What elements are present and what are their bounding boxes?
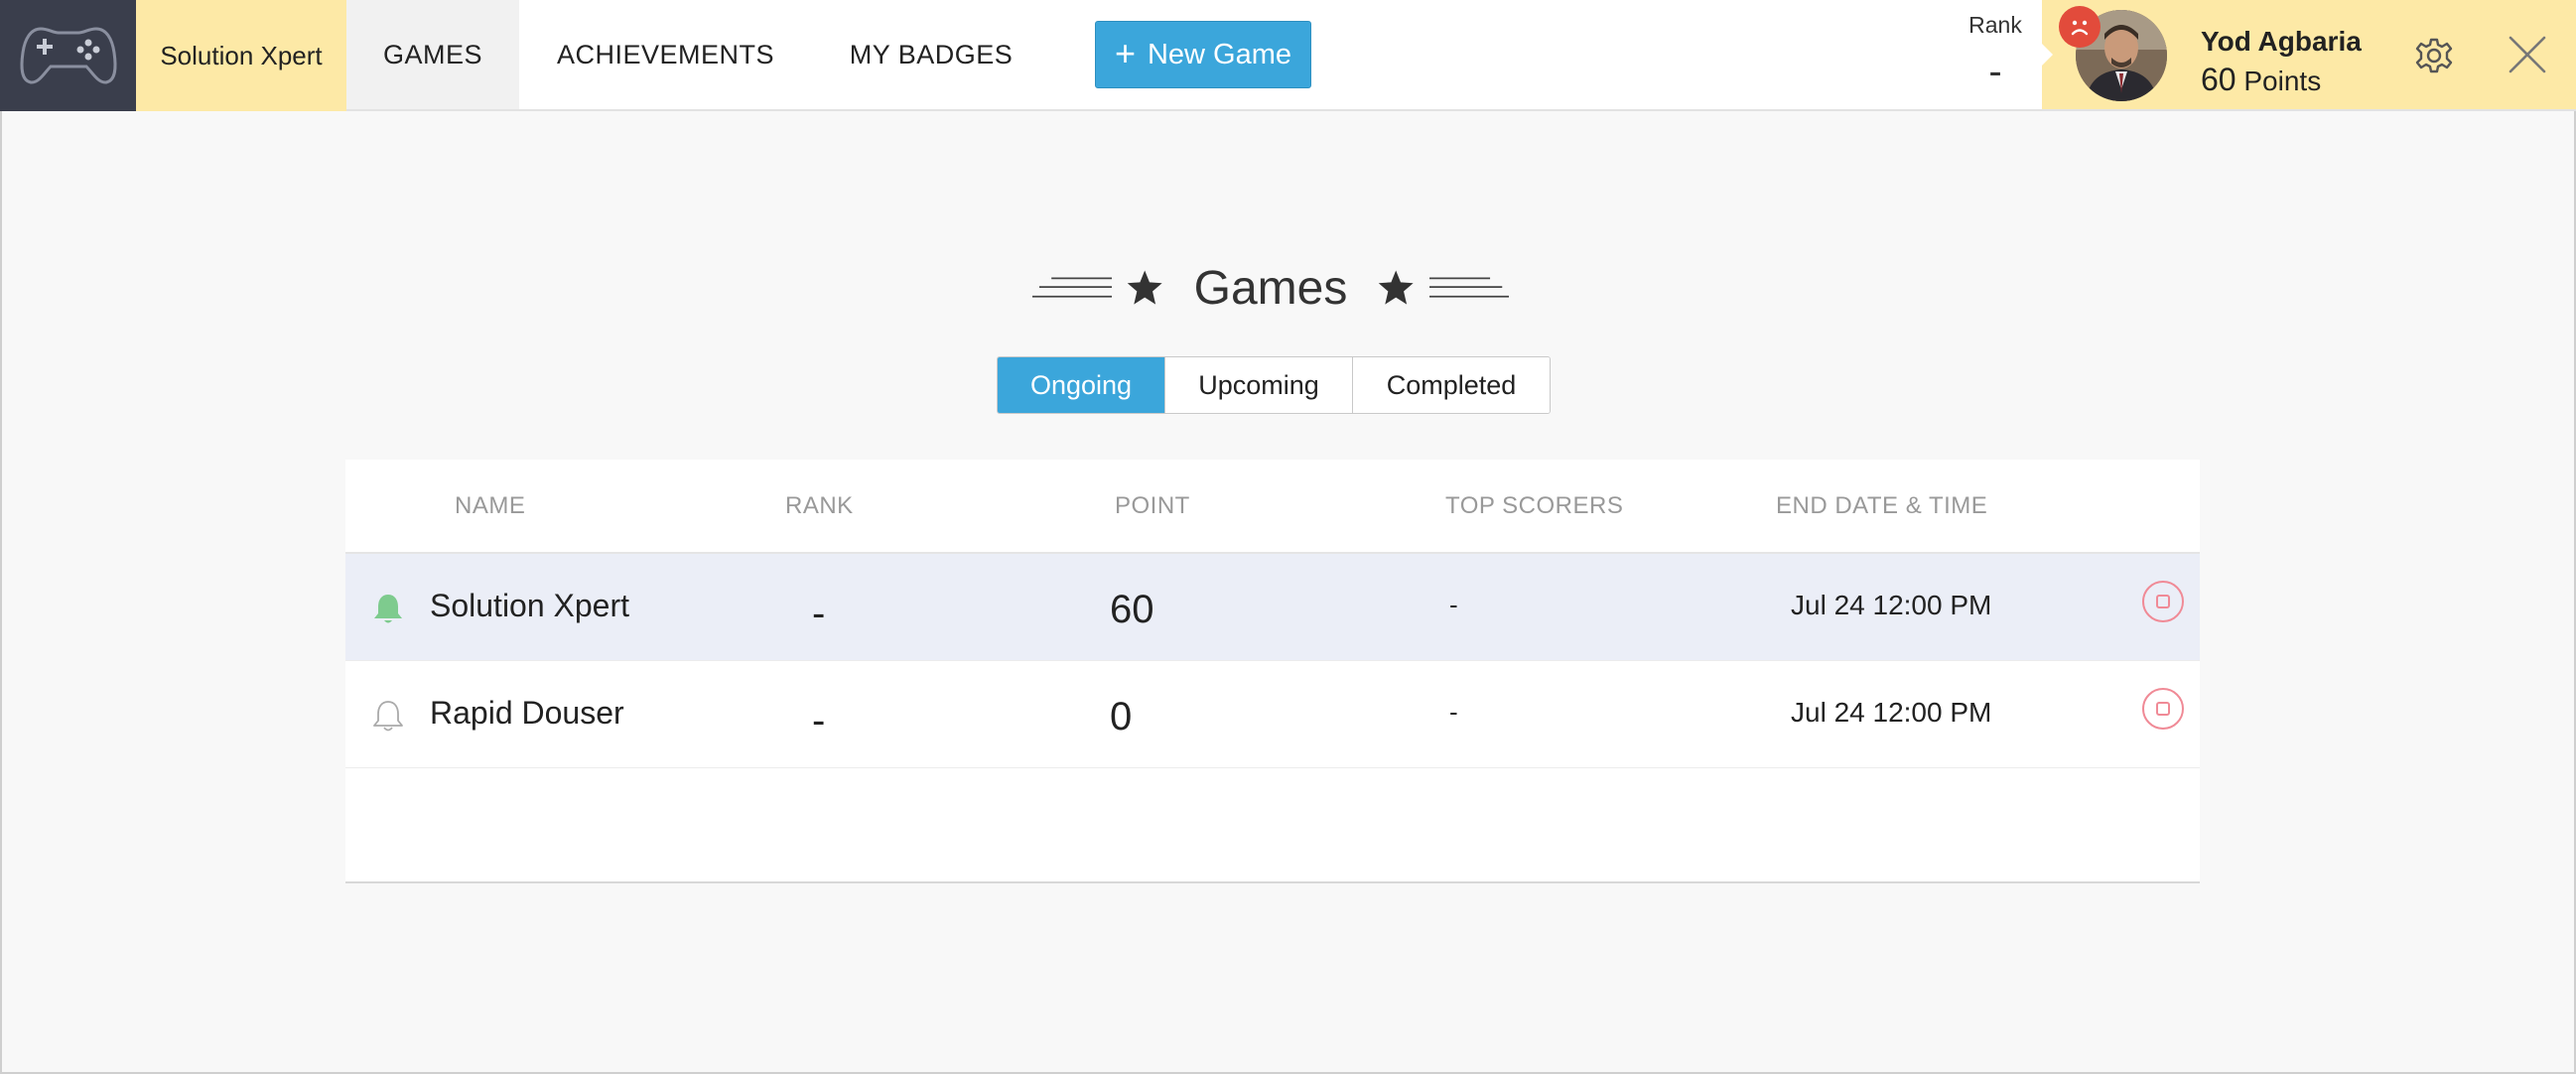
nav-tab-games[interactable]: GAMES: [346, 0, 519, 109]
table-row[interactable]: Solution Xpert - 60 - Jul 24 12:00 PM: [345, 554, 2200, 661]
user-name: Yod Agbaria: [2201, 26, 2362, 57]
column-header-point: POINT: [1115, 492, 1190, 519]
sad-face-icon: [2059, 6, 2101, 48]
game-top-scorers: -: [1449, 590, 1458, 619]
column-header-end-date: END DATE & TIME: [1776, 492, 1988, 519]
tab-ongoing[interactable]: Ongoing: [998, 357, 1164, 413]
user-points-label: Points: [2243, 66, 2322, 96]
rank-display: Rank -: [1946, 0, 2045, 109]
profile-notch: [2040, 42, 2053, 67]
game-name[interactable]: Rapid Douser: [430, 695, 624, 732]
game-end-date: Jul 24 12:00 PM: [1791, 697, 1992, 728]
column-header-top-scorers: TOP SCORERS: [1445, 492, 1624, 519]
game-point: 60: [1110, 588, 1154, 631]
rank-value: -: [1988, 50, 2002, 93]
bell-icon[interactable]: [372, 592, 404, 625]
tab-upcoming[interactable]: Upcoming: [1164, 357, 1352, 413]
star-icon: [1127, 270, 1162, 305]
tab-completed[interactable]: Completed: [1352, 357, 1550, 413]
plus-icon: +: [1114, 33, 1136, 73]
new-game-label: New Game: [1147, 38, 1292, 70]
user-points: 60 Points: [2201, 62, 2321, 98]
game-rank: -: [812, 699, 826, 742]
user-points-value: 60: [2201, 62, 2237, 97]
gamepad-icon: [20, 27, 116, 84]
new-game-button[interactable]: + New Game: [1095, 21, 1311, 88]
game-rank: -: [812, 592, 826, 635]
games-table: NAME RANK POINT TOP SCORERS END DATE & T…: [345, 460, 2200, 883]
column-header-name: NAME: [455, 492, 526, 519]
close-icon[interactable]: [2507, 34, 2548, 75]
heading-lines-left: [1032, 277, 1113, 298]
game-end-date: Jul 24 12:00 PM: [1791, 590, 1992, 620]
nav-tab-my-badges[interactable]: MY BADGES: [812, 0, 1050, 109]
game-status-tabs: Ongoing Upcoming Completed: [997, 356, 1551, 414]
bell-icon[interactable]: [372, 699, 404, 733]
stop-icon: [2156, 595, 2170, 608]
column-header-rank: RANK: [785, 492, 854, 519]
app-logo[interactable]: [0, 0, 136, 111]
heading-lines-right: [1428, 277, 1509, 298]
game-point: 0: [1110, 695, 1133, 738]
app-name[interactable]: Solution Xpert: [136, 0, 346, 111]
table-row[interactable]: Rapid Douser - 0 - Jul 24 12:00 PM: [345, 661, 2200, 768]
game-top-scorers: -: [1449, 697, 1458, 727]
stop-icon: [2156, 702, 2170, 716]
table-header: NAME RANK POINT TOP SCORERS END DATE & T…: [345, 460, 2200, 554]
user-profile[interactable]: Yod Agbaria 60 Points: [2040, 0, 2576, 109]
stop-game-button[interactable]: [2142, 581, 2184, 622]
stop-game-button[interactable]: [2142, 688, 2184, 730]
star-icon: [1379, 270, 1415, 305]
top-bar: Solution Xpert GAMES ACHIEVEMENTS MY BAD…: [0, 0, 2576, 111]
game-name[interactable]: Solution Xpert: [430, 588, 629, 624]
nav-tab-achievements[interactable]: ACHIEVEMENTS: [519, 0, 812, 109]
gear-icon[interactable]: [2414, 36, 2454, 75]
rank-label: Rank: [1968, 12, 2022, 38]
page-title-text: Games: [1193, 261, 1348, 315]
page-title: Games: [1032, 248, 1509, 328]
